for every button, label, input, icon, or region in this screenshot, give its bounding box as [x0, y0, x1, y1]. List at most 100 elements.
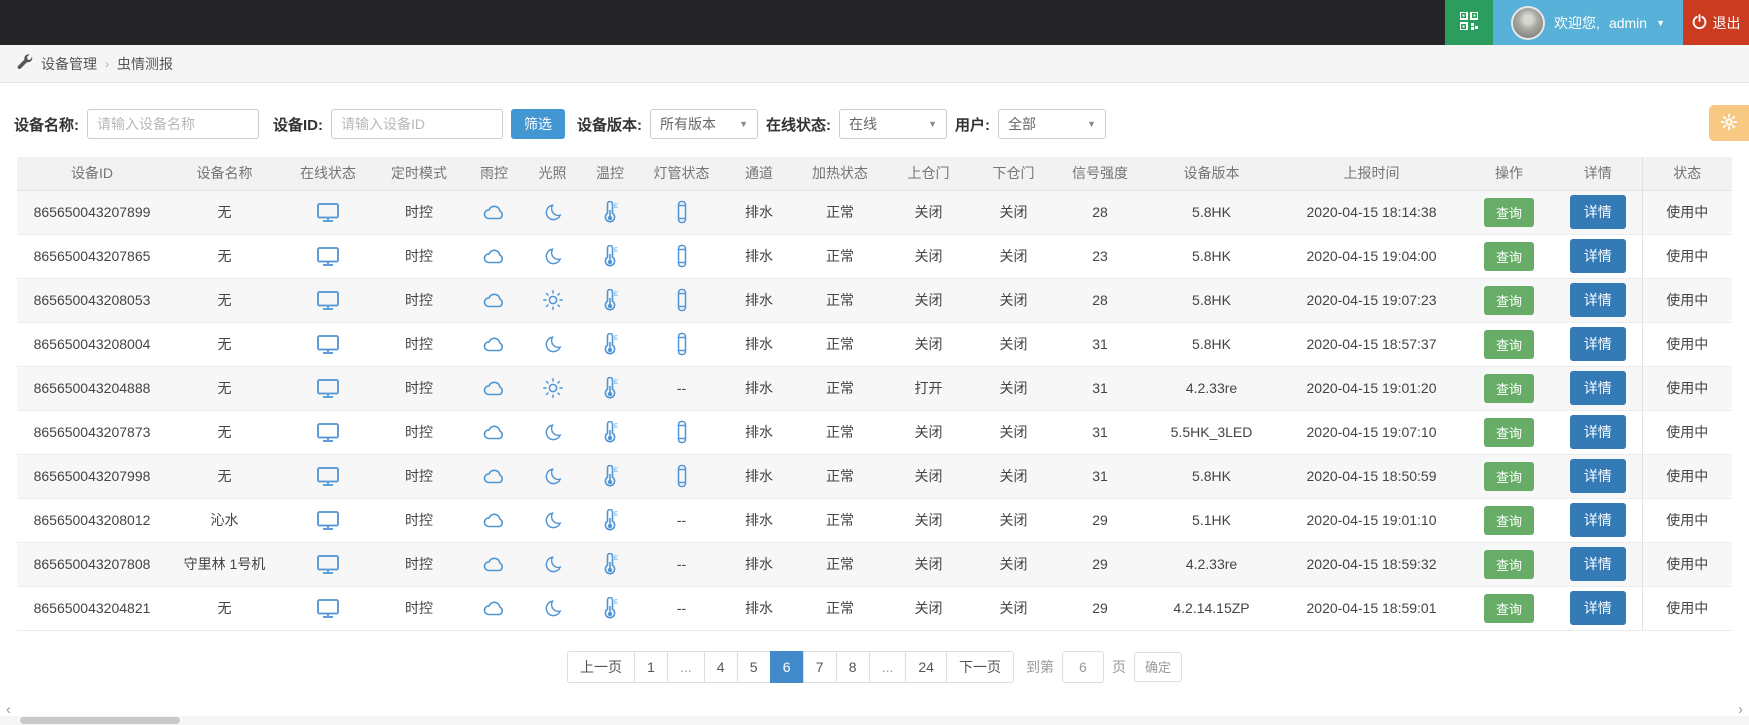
- table-row: 865650043207899 无 时控 E 排水 正常 关闭 关闭 28 5.…: [17, 190, 1732, 235]
- cell-report-time: 2020-04-15 18:57:37: [1279, 322, 1464, 367]
- page-button-7[interactable]: 7: [802, 650, 837, 683]
- device-table: 设备ID 设备名称 在线状态 定时模式 雨控 光照 温控 灯管状态 通道 加热状…: [17, 157, 1732, 631]
- query-button[interactable]: 查询: [1483, 505, 1534, 535]
- col-status: 状态: [1641, 157, 1732, 191]
- online-status-select[interactable]: 在线 ▼: [839, 109, 947, 139]
- cell-report-time: 2020-04-15 18:50:59: [1279, 454, 1464, 499]
- goto-confirm-button[interactable]: 确定: [1133, 651, 1182, 682]
- cell-lower-door: 关闭: [971, 278, 1056, 323]
- detail-button[interactable]: 详情: [1569, 327, 1626, 361]
- query-button[interactable]: 查询: [1483, 417, 1534, 447]
- cell-signal: 31: [1056, 454, 1144, 499]
- detail-button[interactable]: 详情: [1569, 239, 1626, 273]
- cell-device-id: 865650043204821: [17, 586, 167, 631]
- lamp-dash: --: [676, 380, 687, 396]
- detail-button[interactable]: 详情: [1569, 503, 1626, 537]
- cell-report-time: 2020-04-15 18:59:01: [1279, 586, 1464, 631]
- thermometer-icon: E: [601, 376, 619, 400]
- cell-heat-status: 正常: [794, 190, 886, 235]
- device-name-input[interactable]: [87, 109, 259, 139]
- query-button[interactable]: 查询: [1483, 241, 1534, 271]
- detail-button[interactable]: 详情: [1569, 547, 1626, 581]
- cell-timer-mode: 时控: [374, 322, 464, 367]
- horizontal-scrollbar[interactable]: [0, 716, 1749, 725]
- username: admin: [1608, 14, 1648, 31]
- cell-version: 4.2.14.15ZP: [1144, 586, 1279, 631]
- goto-page: 到第 页 确定: [1026, 650, 1182, 683]
- col-timer-mode: 定时模式: [374, 157, 464, 191]
- scrollbar-thumb[interactable]: [20, 717, 180, 724]
- goto-page-input[interactable]: [1061, 650, 1104, 683]
- filter-bar: 设备名称: 设备ID: 筛选 设备版本: 所有版本 ▼ 在线状态: 在线 ▼ 用…: [0, 83, 1749, 157]
- settings-gear-button[interactable]: [1709, 105, 1749, 141]
- cell-upper-door: 关闭: [886, 542, 971, 587]
- page-button-4[interactable]: 4: [703, 650, 738, 683]
- query-button[interactable]: 查询: [1483, 593, 1534, 623]
- prev-page-button[interactable]: 上一页: [567, 650, 636, 683]
- cell-device-name: 无: [167, 586, 282, 631]
- detail-button[interactable]: 详情: [1569, 283, 1626, 317]
- device-id-input[interactable]: [331, 109, 503, 139]
- cell-lower-door: 关闭: [971, 410, 1056, 455]
- col-version: 设备版本: [1144, 157, 1279, 191]
- device-name-label: 设备名称:: [14, 116, 79, 134]
- next-page-button[interactable]: 下一页: [945, 650, 1014, 683]
- table-row: 865650043207873 无 时控 E 排水 正常 关闭 关闭 31 5.…: [17, 410, 1732, 455]
- detail-button[interactable]: 详情: [1569, 591, 1626, 625]
- query-button[interactable]: 查询: [1483, 461, 1534, 491]
- query-button[interactable]: 查询: [1483, 329, 1534, 359]
- cell-device-name: 无: [167, 410, 282, 455]
- cell-heat-status: 正常: [794, 542, 886, 587]
- lamp-dash: --: [676, 556, 687, 572]
- cell-device-id: 865650043208004: [17, 322, 167, 367]
- detail-button[interactable]: 详情: [1569, 459, 1626, 493]
- page-button-1[interactable]: 1: [634, 650, 669, 683]
- qr-code-icon: [1459, 11, 1480, 33]
- query-button[interactable]: 查询: [1483, 373, 1534, 403]
- cell-device-name: 沁水: [167, 498, 282, 543]
- cell-heat-status: 正常: [794, 454, 886, 499]
- query-button[interactable]: 查询: [1483, 549, 1534, 579]
- thermometer-icon: E: [601, 288, 619, 312]
- page-button-24[interactable]: 24: [905, 650, 947, 683]
- version-select[interactable]: 所有版本 ▼: [650, 109, 758, 139]
- cell-device-name: 无: [167, 322, 282, 367]
- detail-button[interactable]: 详情: [1569, 371, 1626, 405]
- cell-lower-door: 关闭: [971, 498, 1056, 543]
- qr-code-button[interactable]: [1445, 0, 1494, 45]
- moon-icon: [544, 555, 562, 573]
- moon-icon: [544, 335, 562, 353]
- svg-text:E: E: [614, 556, 618, 562]
- cell-upper-door: 关闭: [886, 322, 971, 367]
- cell-device-id: 865650043204888: [17, 366, 167, 411]
- detail-button[interactable]: 详情: [1569, 195, 1626, 229]
- col-upper-door: 上仓门: [886, 157, 971, 191]
- scroll-left-arrow[interactable]: ‹: [6, 702, 11, 717]
- logout-button[interactable]: 退出: [1683, 0, 1749, 45]
- filter-button[interactable]: 筛选: [511, 109, 565, 139]
- scroll-right-arrow[interactable]: ›: [1738, 702, 1743, 717]
- col-lamp-status: 灯管状态: [639, 157, 724, 191]
- cell-channel: 排水: [724, 586, 794, 631]
- page-button-5[interactable]: 5: [736, 650, 771, 683]
- cell-report-time: 2020-04-15 19:07:23: [1279, 278, 1464, 323]
- cloud-icon: [482, 511, 506, 529]
- cell-signal: 29: [1056, 542, 1144, 587]
- detail-button[interactable]: 详情: [1569, 415, 1626, 449]
- page-button-6[interactable]: 6: [769, 650, 804, 683]
- cell-timer-mode: 时控: [374, 278, 464, 323]
- cell-channel: 排水: [724, 366, 794, 411]
- cell-signal: 28: [1056, 278, 1144, 323]
- cell-upper-door: 关闭: [886, 278, 971, 323]
- cell-upper-door: 打开: [886, 366, 971, 411]
- breadcrumb-device-management[interactable]: 设备管理: [41, 54, 97, 74]
- lamp-dash: --: [676, 512, 687, 528]
- query-button[interactable]: 查询: [1483, 197, 1534, 227]
- page-button-8[interactable]: 8: [835, 650, 870, 683]
- user-menu[interactable]: 欢迎您, admin ▼: [1493, 0, 1683, 45]
- breadcrumb-pest-monitoring: 虫情测报: [117, 55, 173, 72]
- query-button[interactable]: 查询: [1483, 285, 1534, 315]
- cell-report-time: 2020-04-15 19:07:10: [1279, 410, 1464, 455]
- user-select[interactable]: 全部 ▼: [998, 109, 1106, 139]
- online-status-value: 在线: [849, 116, 877, 132]
